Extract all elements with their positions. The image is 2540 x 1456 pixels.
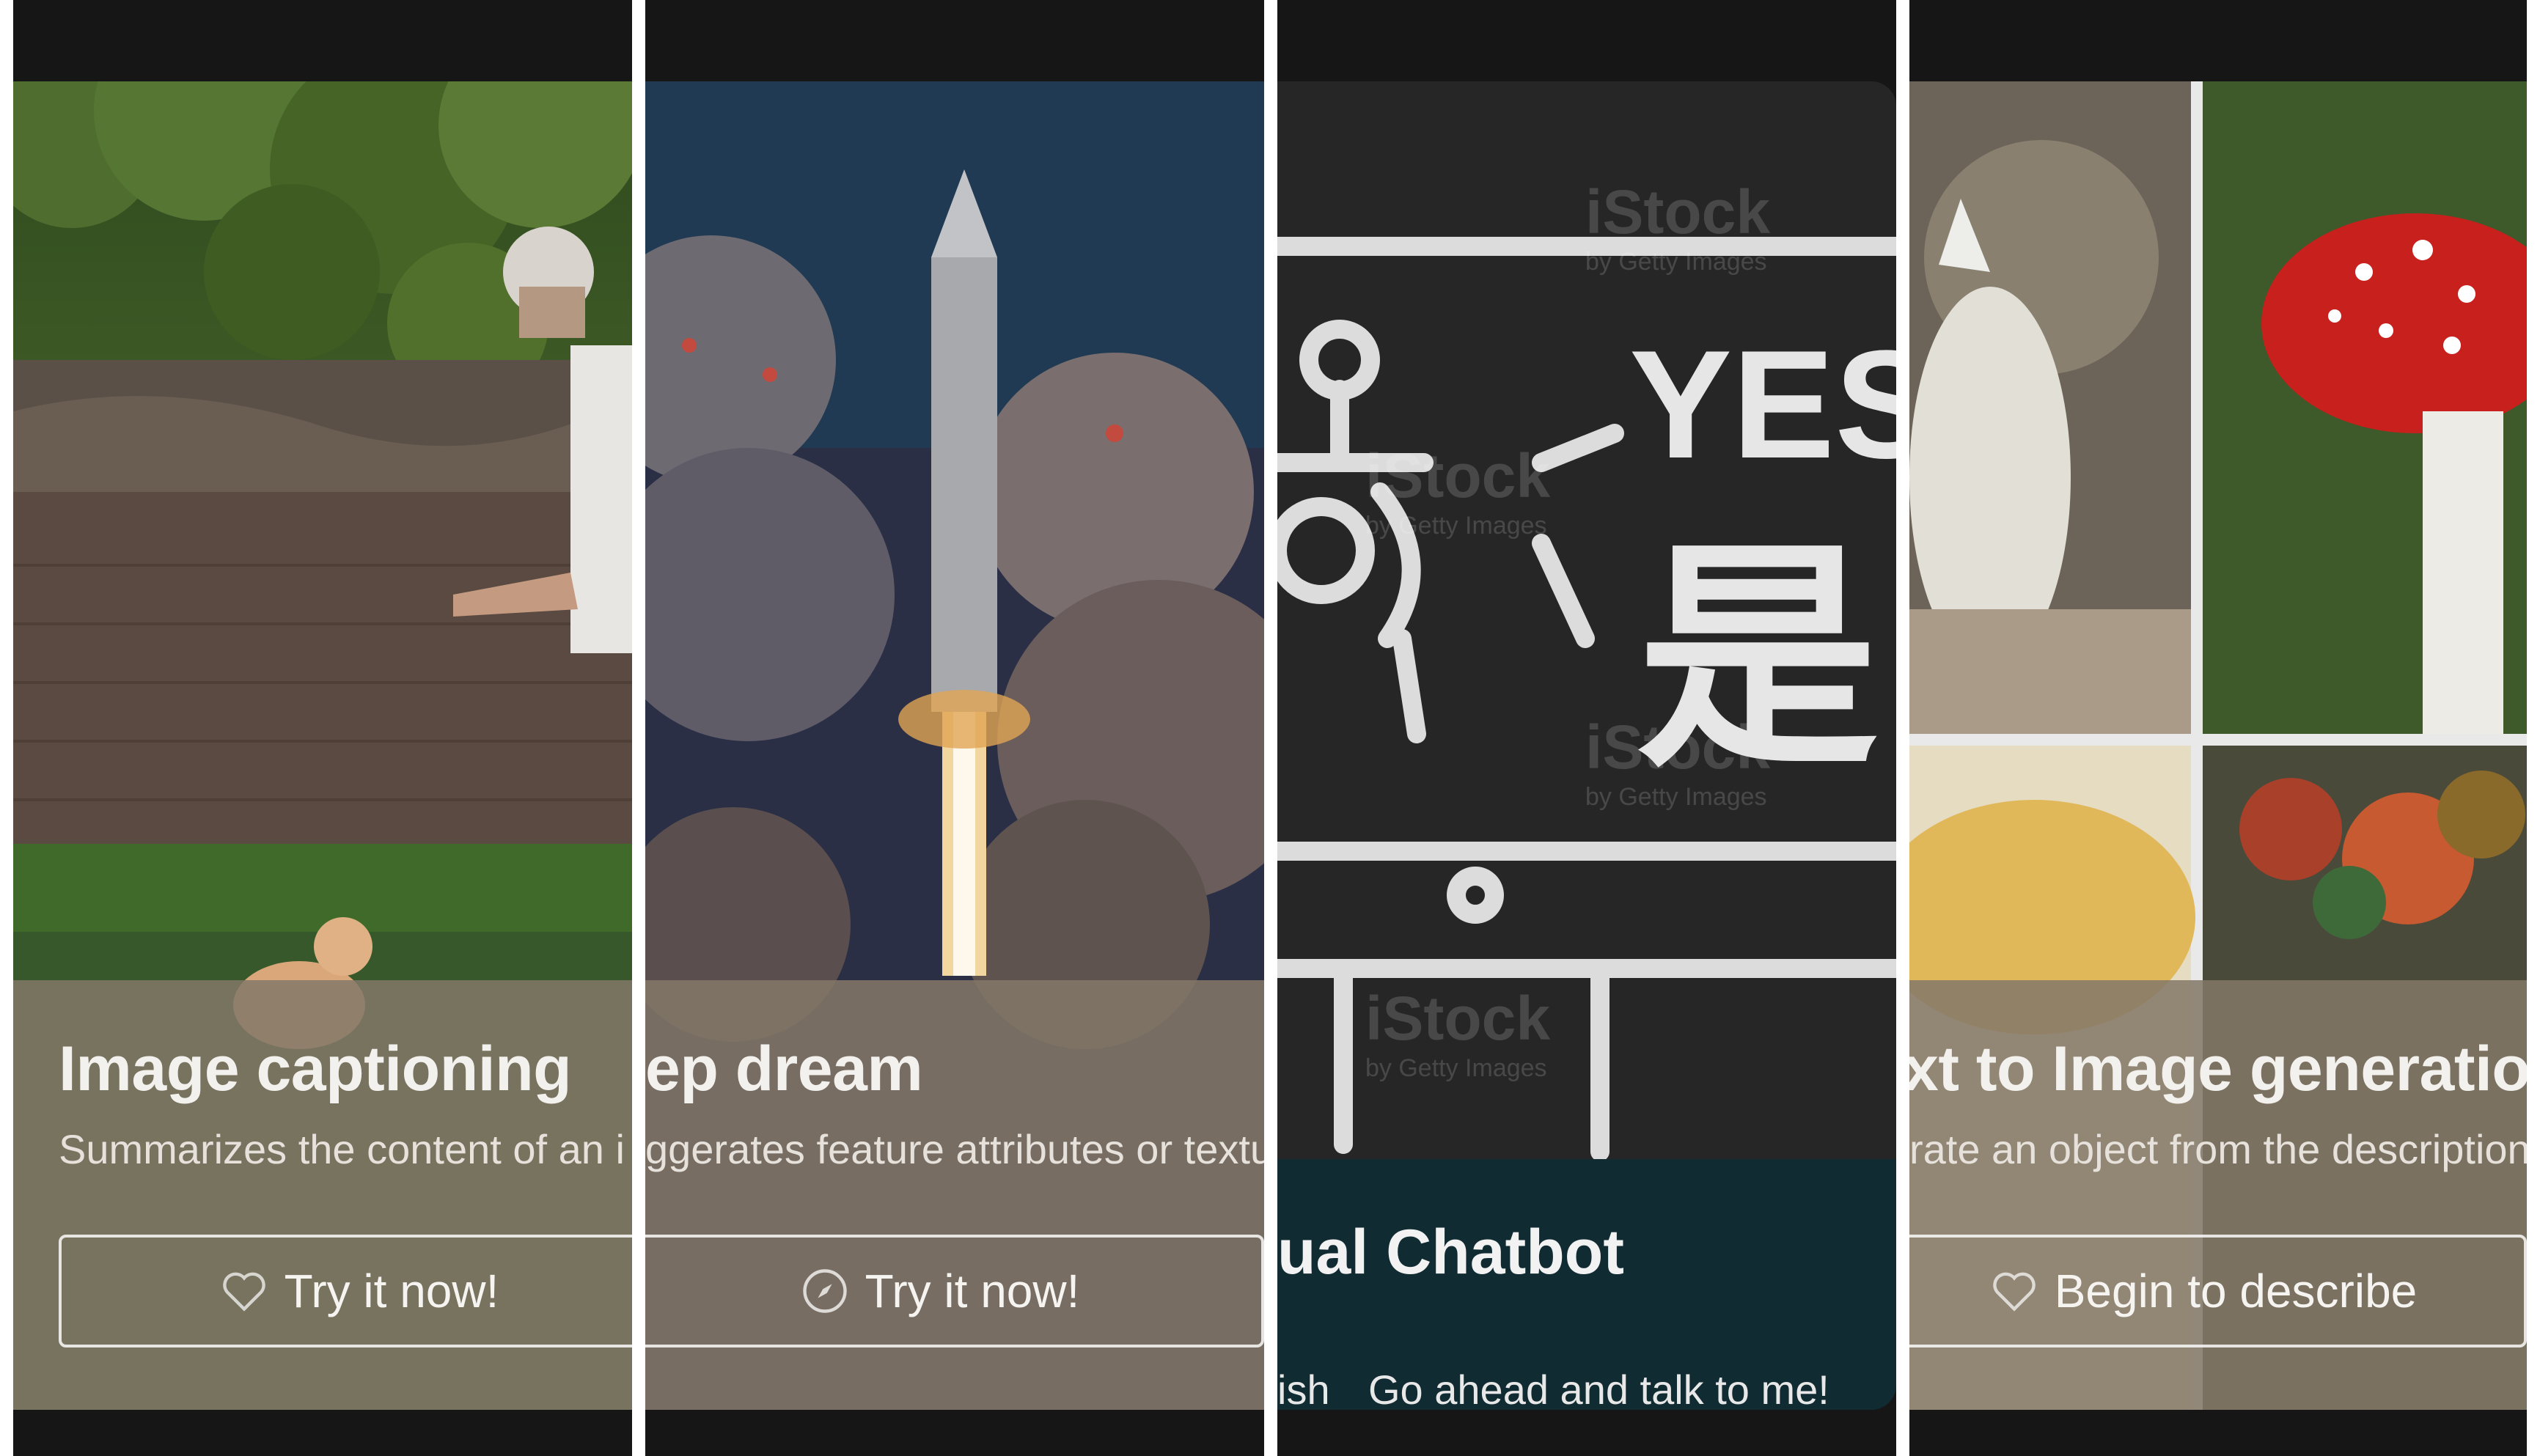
- card-surface: iStock by Getty Images iStock by Getty Ima…: [1277, 81, 1896, 1410]
- try-it-now-button[interactable]: Try it now!: [59, 1235, 632, 1347]
- card-title: ual Chatbot: [1277, 1217, 1624, 1287]
- card-subtitle: Summarizes the content of an i: [59, 1126, 625, 1172]
- cta-label: Begin to describe: [2054, 1265, 2418, 1317]
- feature-card-text-to-image: xt to Image generation rate an object fr…: [1909, 0, 2527, 1456]
- watermark: iStock by Getty Images: [1365, 441, 1551, 540]
- cta-label: Try it now!: [284, 1265, 499, 1317]
- chatbot-prompt-text[interactable]: Go ahead and talk to me!: [1368, 1366, 1829, 1410]
- card-surface: xt to Image generation rate an object fr…: [1909, 81, 2527, 1410]
- try-it-now-button[interactable]: Try it now!: [645, 1235, 1264, 1347]
- card-subtitle-left: ish: [1277, 1367, 1330, 1410]
- panel-divider: [632, 0, 645, 1456]
- compass-icon: [802, 1269, 847, 1313]
- card-title: ep dream: [645, 1034, 923, 1104]
- panel-divider: [1896, 0, 1909, 1456]
- card-title: Image captioning: [59, 1034, 572, 1104]
- panel-divider: [2527, 0, 2540, 1456]
- watermark: iStock by Getty Images: [1365, 984, 1551, 1082]
- feature-card-deep-dream: ep dream ggerates feature attributes or …: [645, 0, 1264, 1456]
- watermark: iStock by Getty Images: [1585, 177, 1771, 276]
- card-subtitle: rate an object from the description: [1909, 1126, 2527, 1172]
- card-surface: ep dream ggerates feature attributes or …: [645, 81, 1264, 1410]
- cta-label: Try it now!: [865, 1265, 1080, 1317]
- feature-card-image-captioning: Image captioning Summarizes the content …: [13, 0, 632, 1456]
- card-surface: Image captioning Summarizes the content …: [13, 81, 632, 1410]
- panel-divider: [1264, 0, 1277, 1456]
- heart-icon: [222, 1272, 265, 1312]
- board-text-char: 是: [1637, 523, 1879, 794]
- card-title: xt to Image generation: [1909, 1034, 2527, 1104]
- card-subtitle: ggerates feature attributes or textu: [645, 1126, 1264, 1172]
- feature-card-visual-chatbot: iStock by Getty Images iStock by Getty Ima…: [1277, 0, 1896, 1456]
- begin-to-describe-button[interactable]: Begin to describe: [1909, 1235, 2527, 1347]
- heart-icon: [1992, 1272, 2036, 1312]
